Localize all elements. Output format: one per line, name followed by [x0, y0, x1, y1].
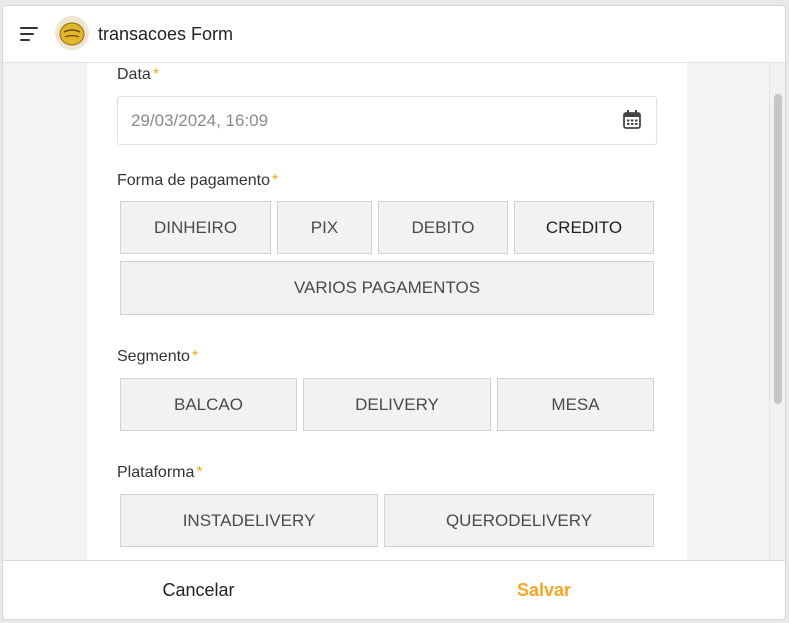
- segment-label: Segmento *: [117, 348, 199, 365]
- required-mark: *: [271, 172, 279, 189]
- payment-option-credito[interactable]: CREDITO: [514, 201, 654, 254]
- segment-option-mesa[interactable]: MESA: [497, 378, 654, 431]
- form-window: transacoes Form Data* 29/03/2024, 16:09: [2, 5, 786, 620]
- payment-option-varios-pagamentos[interactable]: VARIOS PAGAMENTOS: [120, 261, 654, 315]
- required-mark: *: [152, 66, 160, 83]
- payment-option-pix[interactable]: PIX: [277, 201, 372, 254]
- calendar-icon[interactable]: [622, 109, 642, 136]
- data-label: Data *: [117, 66, 160, 83]
- app-header: transacoes Form: [3, 6, 785, 63]
- save-button[interactable]: Salvar: [394, 561, 694, 619]
- payment-method-label: Forma de pagamento *: [117, 172, 279, 189]
- page-title: transacoes Form: [98, 24, 234, 44]
- segment-option-balcao[interactable]: BALCAO: [120, 378, 297, 431]
- payment-option-dinheiro[interactable]: DINHEIRO: [120, 201, 271, 254]
- hamburger-menu-icon[interactable]: [20, 27, 38, 41]
- platform-label: Plataforma *: [117, 464, 203, 481]
- payment-option-debito[interactable]: DEBITO: [378, 201, 508, 254]
- required-mark: *: [196, 464, 203, 481]
- date-field[interactable]: 29/03/2024, 16:09: [117, 96, 657, 145]
- date-value: 29/03/2024, 16:09: [131, 111, 269, 130]
- required-mark: *: [191, 348, 199, 365]
- app-logo-icon: [55, 16, 89, 50]
- segment-option-delivery[interactable]: DELIVERY: [303, 378, 491, 431]
- cancel-button[interactable]: Cancelar: [3, 561, 394, 619]
- scrollbar-thumb[interactable]: [774, 94, 782, 404]
- platform-option-instadelivery[interactable]: INSTADELIVERY: [120, 494, 378, 547]
- platform-option-querodelivery[interactable]: QUERODELIVERY: [384, 494, 654, 547]
- form-footer: Cancelar Salvar: [3, 560, 785, 619]
